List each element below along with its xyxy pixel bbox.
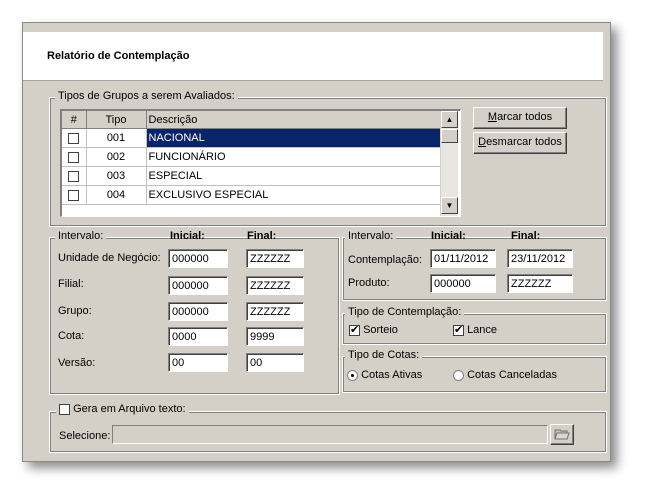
cancelled-quotas-radio[interactable]	[453, 369, 464, 381]
folder-open-icon	[554, 429, 570, 440]
business-unit-initial-input[interactable]: 000000	[168, 249, 228, 268]
row-checkbox[interactable]	[68, 132, 80, 144]
export-checkbox[interactable]	[59, 403, 70, 415]
row-tipo: 002	[86, 147, 147, 167]
column-header-tipo[interactable]: Tipo	[86, 111, 147, 129]
table-row[interactable]: 004 EXCLUSIVO ESPECIAL	[62, 185, 441, 205]
group-final-input[interactable]: ZZZZZZ	[246, 302, 304, 321]
row-descricao: NACIONAL	[146, 128, 441, 148]
contemplation-date-label: Contemplação:	[348, 254, 422, 266]
version-initial-input[interactable]: 00	[168, 353, 228, 372]
group-label: Grupo:	[58, 305, 92, 317]
row-tipo: 004	[86, 185, 147, 205]
left-initial-header: Inicial:	[170, 230, 205, 242]
left-interval-legend: Intervalo:	[55, 230, 107, 242]
mark-all-button[interactable]: Marcar todos	[473, 107, 567, 129]
export-legend[interactable]: Gera em Arquivo texto:	[56, 403, 189, 415]
row-descricao: EXCLUSIVO ESPECIAL	[146, 185, 441, 205]
quota-label: Cota:	[58, 330, 85, 342]
right-interval-legend: Intervalo:	[345, 230, 397, 242]
header-panel: Relatório de Contemplação	[23, 32, 603, 81]
version-label: Versão:	[58, 357, 96, 369]
active-quotas-option[interactable]: Cotas Ativas	[347, 369, 422, 381]
column-header-descricao[interactable]: Descrição	[146, 111, 441, 129]
quota-final-input[interactable]: 9999	[246, 327, 304, 346]
business-unit-label: Unidade de Negócio:	[58, 252, 161, 264]
branch-initial-input[interactable]: 000000	[168, 276, 228, 295]
contemplation-final-input[interactable]: 23/11/2012	[507, 249, 573, 268]
product-initial-input[interactable]: 000000	[430, 274, 496, 293]
table-row[interactable]: 003 ESPECIAL	[62, 166, 441, 186]
groups-section-legend: Tipos de Grupos a serem Avaliados:	[55, 90, 238, 102]
row-tipo: 003	[86, 166, 147, 186]
contemplation-type-legend: Tipo de Contemplação:	[345, 306, 465, 318]
lance-option[interactable]: Lance	[453, 323, 498, 336]
version-final-input[interactable]: 00	[246, 353, 304, 372]
row-tipo: 001	[86, 128, 147, 148]
cancelled-quotas-option[interactable]: Cotas Canceladas	[453, 369, 557, 381]
contemplation-initial-input[interactable]: 01/11/2012	[430, 249, 496, 268]
browse-button[interactable]	[550, 424, 574, 445]
arrow-up-icon[interactable]: ▲	[441, 111, 458, 128]
row-checkbox[interactable]	[68, 151, 80, 163]
groups-grid[interactable]: # Tipo Descrição 001 NACIONAL 002 FUNCIO…	[60, 109, 461, 217]
report-window: Relatório de Contemplação Tipos de Grupo…	[22, 22, 611, 462]
right-initial-header: Inicial:	[431, 230, 466, 242]
product-final-input[interactable]: ZZZZZZ	[507, 274, 573, 293]
lance-label: Lance	[467, 324, 498, 336]
right-final-header: Final:	[511, 230, 541, 242]
product-label: Produto:	[348, 277, 390, 289]
sorteio-option[interactable]: Sorteio	[349, 323, 398, 336]
export-label: Gera em Arquivo texto:	[73, 403, 186, 415]
business-unit-final-input[interactable]: ZZZZZZ	[246, 249, 304, 268]
quota-type-legend: Tipo de Cotas:	[345, 349, 423, 361]
column-header-check[interactable]: #	[62, 111, 87, 129]
row-descricao: FUNCIONÁRIO	[146, 147, 441, 167]
branch-label: Filial:	[58, 278, 84, 290]
table-row[interactable]: 002 FUNCIONÁRIO	[62, 147, 441, 167]
scroll-thumb[interactable]	[441, 129, 458, 143]
row-checkbox[interactable]	[68, 189, 80, 201]
left-final-header: Final:	[247, 230, 277, 242]
row-checkbox[interactable]	[68, 170, 80, 182]
arrow-down-icon[interactable]: ▼	[441, 197, 458, 214]
active-quotas-label: Cotas Ativas	[361, 369, 423, 381]
table-row[interactable]: 001 NACIONAL	[62, 128, 441, 148]
group-initial-input[interactable]: 000000	[168, 302, 228, 321]
file-path-input[interactable]	[112, 425, 548, 444]
sorteio-label: Sorteio	[363, 324, 398, 336]
branch-final-input[interactable]: ZZZZZZ	[246, 276, 304, 295]
active-quotas-radio[interactable]	[347, 369, 358, 381]
lance-checkbox[interactable]	[453, 323, 464, 336]
quota-initial-input[interactable]: 0000	[168, 327, 228, 346]
cancelled-quotas-label: Cotas Canceladas	[467, 369, 557, 381]
row-descricao: ESPECIAL	[146, 166, 441, 186]
grid-scrollbar[interactable]: ▲ ▼	[440, 111, 458, 216]
select-label: Selecione:	[59, 430, 111, 442]
unmark-all-button[interactable]: Desmarcar todos	[473, 132, 567, 154]
page-title: Relatório de Contemplação	[47, 50, 190, 62]
sorteio-checkbox[interactable]	[349, 323, 360, 336]
